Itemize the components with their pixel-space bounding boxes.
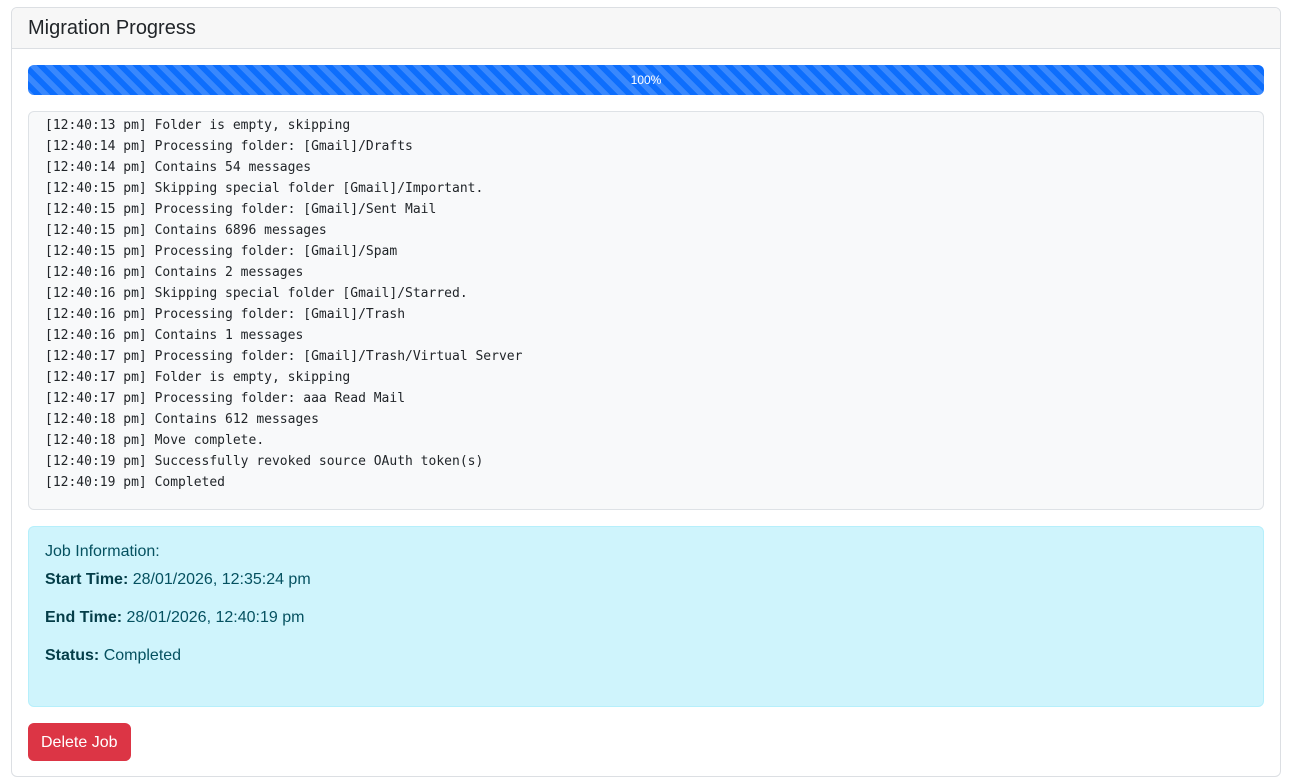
- status-row: Status: Completed: [45, 647, 1247, 665]
- log-line: [12:40:16 pm] Processing folder: [Gmail]…: [45, 307, 406, 322]
- log-line: [12:40:18 pm] Move complete.: [45, 433, 265, 448]
- start-time-row: Start Time: 28/01/2026, 12:35:24 pm: [45, 571, 1247, 589]
- log-line: [12:40:15 pm] Processing folder: [Gmail]…: [45, 244, 398, 259]
- progress-bar: 100%: [28, 65, 1264, 95]
- log-line: [12:40:16 pm] Skipping special folder [G…: [45, 286, 468, 301]
- status-label: Status:: [45, 647, 100, 664]
- progress-label: 100%: [630, 73, 662, 87]
- status-value: Completed: [103, 647, 182, 664]
- start-time-label: Start Time:: [45, 571, 129, 588]
- log-line: [12:40:17 pm] Processing folder: aaa Rea…: [45, 391, 406, 406]
- log-lines: [12:40:13 pm] Folder is empty, skipping […: [45, 115, 1247, 493]
- migration-progress-card: Migration Progress 100% [12:40:13 pm] Fo…: [11, 7, 1281, 777]
- delete-job-button[interactable]: Delete Job: [28, 723, 131, 761]
- progress-track: 100%: [28, 65, 1264, 95]
- card-header: Migration Progress: [12, 8, 1280, 49]
- job-info-title: Job Information:: [45, 543, 160, 560]
- log-line: [12:40:15 pm] Contains 6896 messages: [45, 223, 327, 238]
- log-line: [12:40:16 pm] Contains 1 messages: [45, 328, 304, 343]
- log-line: [12:40:15 pm] Processing folder: [Gmail]…: [45, 202, 437, 217]
- job-information-alert: Job Information: Start Time: 28/01/2026,…: [28, 526, 1264, 707]
- migration-log[interactable]: [12:40:13 pm] Folder is empty, skipping […: [28, 111, 1264, 510]
- end-time-label: End Time:: [45, 609, 123, 626]
- log-line: [12:40:19 pm] Successfully revoked sourc…: [45, 454, 484, 469]
- log-line: [12:40:15 pm] Skipping special folder [G…: [45, 181, 484, 196]
- log-line: [12:40:17 pm] Folder is empty, skipping: [45, 370, 351, 385]
- log-line: [12:40:19 pm] Completed: [45, 475, 226, 490]
- log-line: [12:40:18 pm] Contains 612 messages: [45, 412, 319, 427]
- page-title: Migration Progress: [28, 16, 196, 39]
- log-line: [12:40:17 pm] Processing folder: [Gmail]…: [45, 349, 523, 364]
- start-time-value: 28/01/2026, 12:35:24 pm: [132, 571, 311, 588]
- card-body: 100% [12:40:13 pm] Folder is empty, skip…: [12, 49, 1280, 776]
- log-line: [12:40:13 pm] Folder is empty, skipping: [45, 118, 351, 133]
- end-time-row: End Time: 28/01/2026, 12:40:19 pm: [45, 609, 1247, 627]
- end-time-value: 28/01/2026, 12:40:19 pm: [126, 609, 305, 626]
- log-line: [12:40:14 pm] Processing folder: [Gmail]…: [45, 139, 413, 154]
- log-line: [12:40:14 pm] Contains 54 messages: [45, 160, 312, 175]
- log-line: [12:40:16 pm] Contains 2 messages: [45, 265, 304, 280]
